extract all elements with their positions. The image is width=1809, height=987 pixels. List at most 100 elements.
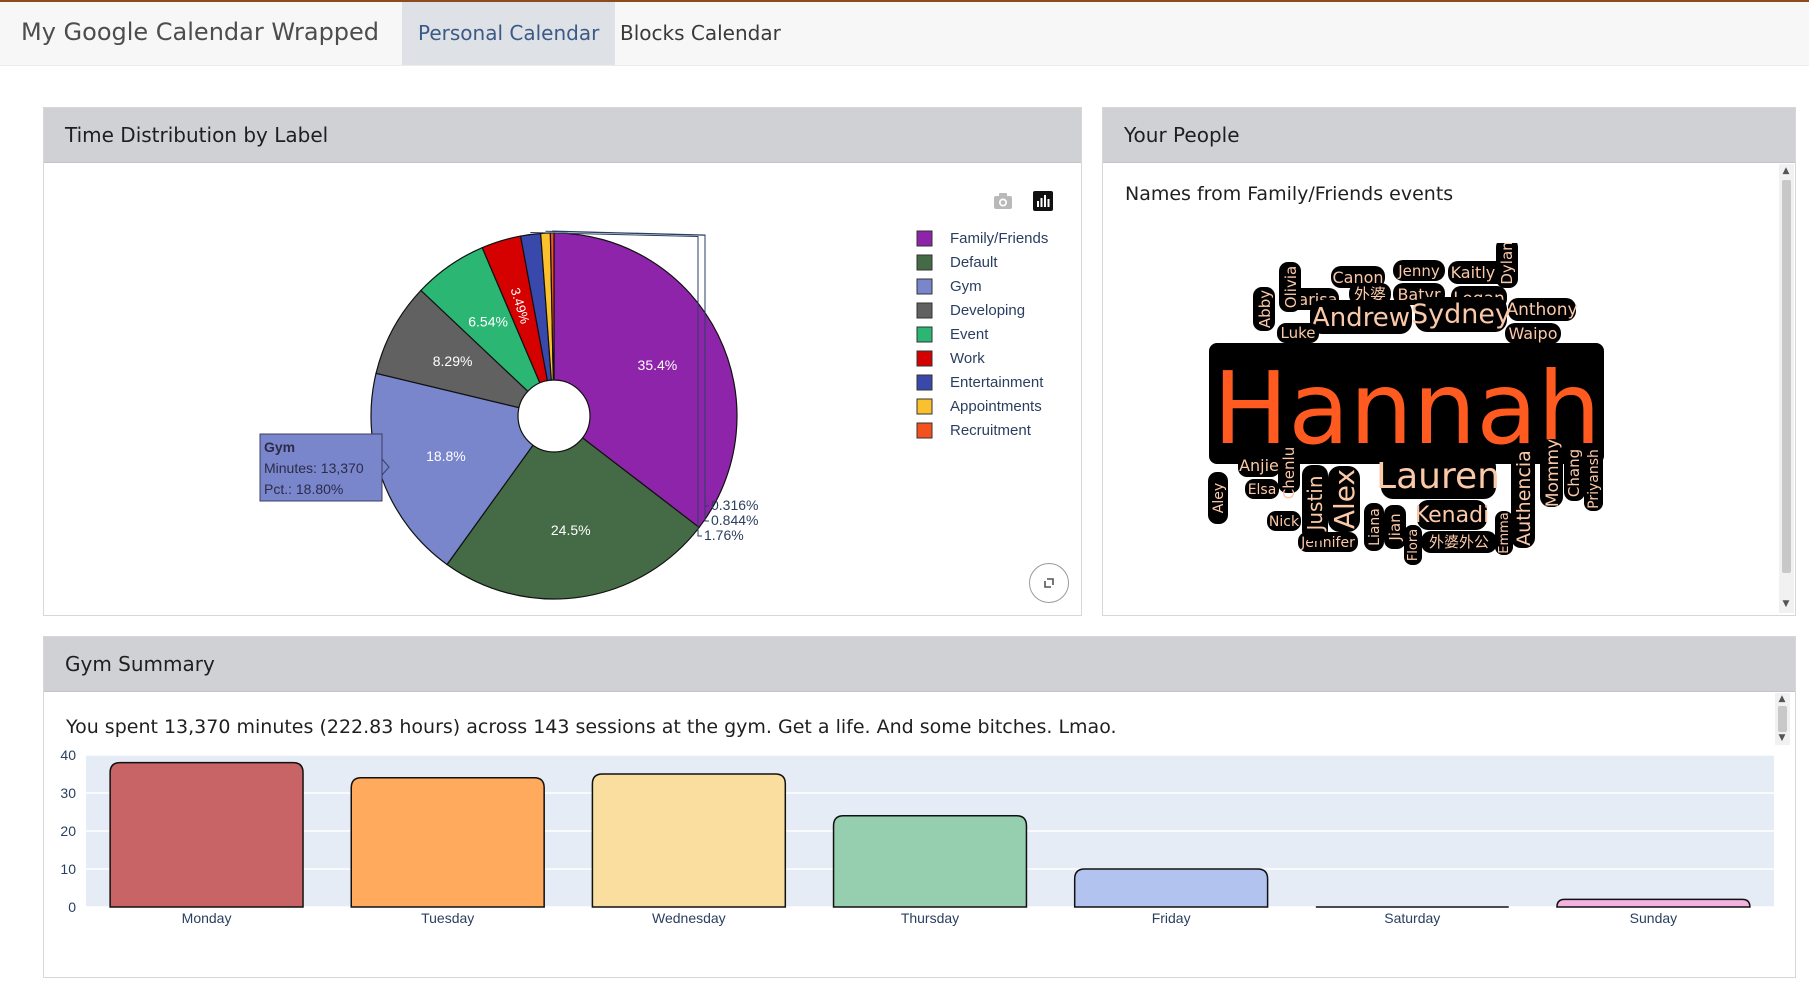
app-title: My Google Calendar Wrapped — [21, 18, 380, 46]
people-subtitle: Names from Family/Friends events — [1125, 183, 1454, 205]
legend-label: Event — [950, 326, 989, 343]
word-lauren: Lauren — [1376, 456, 1500, 497]
legend-label: Recruitment — [950, 422, 1032, 439]
bar-sunday[interactable] — [1556, 898, 1751, 908]
word-alex: Alex — [1328, 469, 1361, 529]
scroll-up-icon[interactable]: ▲ — [1775, 694, 1789, 704]
pie-label-entertainment: 1.76% — [704, 527, 744, 543]
word-flora: Flora — [1406, 529, 1421, 561]
pie-label-gym: 18.8% — [426, 448, 466, 464]
pie-hole — [517, 379, 591, 453]
word-dylan: Dylan — [1498, 243, 1516, 285]
word-waipo-waigong: 外婆外公 — [1429, 533, 1489, 551]
y-tick-label: 20 — [60, 823, 76, 839]
y-tick-label: 40 — [60, 747, 76, 763]
legend-swatch — [916, 278, 933, 295]
gym-bar-chart[interactable]: 0 10 20 30 40 Monday Tuesday Wednesday Thursday… — [44, 747, 1795, 977]
bar-wednesday[interactable] — [591, 773, 787, 908]
tab-personal-calendar[interactable]: Personal Calendar — [402, 2, 616, 65]
legend-item-default[interactable]: Default — [916, 254, 998, 271]
legend-swatch — [916, 350, 933, 367]
scroll-down-icon[interactable]: ▼ — [1775, 733, 1789, 743]
pie-label-developing: 8.29% — [433, 353, 473, 369]
legend-label: Default — [950, 254, 998, 271]
expand-icon — [1044, 578, 1054, 588]
expand-button[interactable] — [1029, 563, 1069, 603]
word-jenny: Jenny — [1397, 262, 1440, 280]
bar-monday[interactable] — [109, 761, 304, 908]
legend-label: Family/Friends — [950, 230, 1048, 247]
y-tick-label: 30 — [60, 785, 76, 801]
word-sydney: Sydney — [1411, 299, 1511, 330]
legend-label: Developing — [950, 302, 1025, 319]
word-authencia: Authencia — [1513, 450, 1535, 546]
gym-summary-title: Gym Summary — [44, 637, 1795, 692]
word-elsa: Elsa — [1248, 482, 1277, 498]
x-tick-label: Friday — [1152, 910, 1191, 926]
legend-item-entertainment[interactable]: Entertainment — [916, 374, 1044, 391]
legend-label: Entertainment — [950, 374, 1044, 391]
legend-swatch — [916, 326, 933, 343]
gym-summary-card: Gym Summary You spent 13,370 minutes (22… — [43, 636, 1796, 978]
bar-thursday[interactable] — [832, 815, 1028, 908]
legend-swatch — [916, 302, 933, 319]
your-people-card: Your People Names from Family/Friends ev… — [1102, 107, 1796, 616]
y-tick-label: 10 — [60, 861, 76, 877]
word-liana: Liana — [1367, 508, 1383, 546]
gym-summary-text: You spent 13,370 minutes (222.83 hours) … — [66, 716, 1117, 738]
legend-item-appointments[interactable]: Appointments — [916, 398, 1042, 415]
legend-item-developing[interactable]: Developing — [916, 302, 1025, 319]
tooltip-minutes: Minutes: 13,370 — [264, 460, 364, 476]
word-waipo: Waipo — [1509, 324, 1558, 343]
word-chenlu: Aley — [1211, 483, 1227, 513]
scroll-up-icon[interactable]: ▲ — [1779, 166, 1793, 176]
word-emma: Emma — [1497, 512, 1512, 554]
legend-label: Appointments — [950, 398, 1042, 415]
time-distribution-card: Time Distribution by Label 35.4% 24.5% 18.… — [43, 107, 1082, 616]
tooltip-title: Gym — [264, 439, 295, 455]
scroll-thumb[interactable] — [1778, 706, 1787, 732]
word-chang: Chang — [1565, 449, 1583, 497]
pie-chart[interactable]: 35.4%24.5%18.8%8.29%6.54% 3.49% 1.76%0.84… — [44, 163, 1081, 615]
legend-item-gym[interactable]: Gym — [916, 278, 982, 295]
legend-swatch — [916, 398, 933, 415]
legend-item-recruitment[interactable]: Recruitment — [916, 422, 1032, 439]
word-jian: Jian — [1386, 513, 1404, 541]
pie-label-event: 6.54% — [468, 313, 508, 329]
word-cloud: .w { fill:#fbc9a8; } .big { fill:#ff5a1f… — [1208, 243, 1604, 565]
legend-item-work[interactable]: Work — [916, 350, 985, 367]
scroll-thumb[interactable] — [1782, 180, 1791, 573]
pie-label-family-friends: 35.4% — [638, 357, 678, 373]
time-distribution-title: Time Distribution by Label — [44, 108, 1081, 163]
tab-blocks-calendar[interactable]: Blocks Calendar — [604, 2, 797, 65]
bar-friday[interactable] — [1073, 868, 1269, 908]
scroll-down-icon[interactable]: ▼ — [1779, 599, 1793, 609]
word-anthony: Anthony — [1506, 300, 1577, 320]
bar-tuesday[interactable] — [350, 777, 545, 908]
legend-swatch — [916, 254, 933, 271]
x-tick-label: Tuesday — [421, 910, 474, 926]
legend-swatch — [916, 230, 933, 247]
legend-item-family-friends[interactable]: Family/Friends — [916, 230, 1048, 247]
legend-item-event[interactable]: Event — [916, 326, 989, 343]
your-people-title: Your People — [1103, 108, 1795, 163]
word-olivia: Olivia — [1282, 266, 1300, 308]
legend-label: Gym — [950, 278, 982, 295]
pie-label-recruitment: 0.316% — [711, 497, 758, 513]
x-tick-label: Thursday — [901, 910, 959, 926]
people-scrollbar[interactable]: ▲ ▼ — [1779, 164, 1794, 613]
word-kenadi: Kenadi — [1415, 503, 1489, 528]
word-luke: Luke — [1281, 324, 1316, 342]
x-tick-label: Saturday — [1384, 910, 1440, 926]
legend-swatch — [916, 422, 933, 439]
pie-label-appointments: 0.844% — [711, 512, 758, 528]
word-nick: Nick — [1269, 514, 1300, 530]
gym-scrollbar[interactable]: ▲ ▼ — [1775, 693, 1790, 745]
navbar: My Google Calendar Wrapped Personal Cale… — [0, 2, 1809, 66]
word-mommy: Mommy — [1543, 439, 1563, 507]
legend-swatch — [916, 374, 933, 391]
pie-label-default: 24.5% — [551, 522, 591, 538]
tooltip-percent: Pct.: 18.80% — [264, 481, 343, 497]
x-tick-label: Wednesday — [652, 910, 726, 926]
x-tick-label: Monday — [182, 910, 232, 926]
